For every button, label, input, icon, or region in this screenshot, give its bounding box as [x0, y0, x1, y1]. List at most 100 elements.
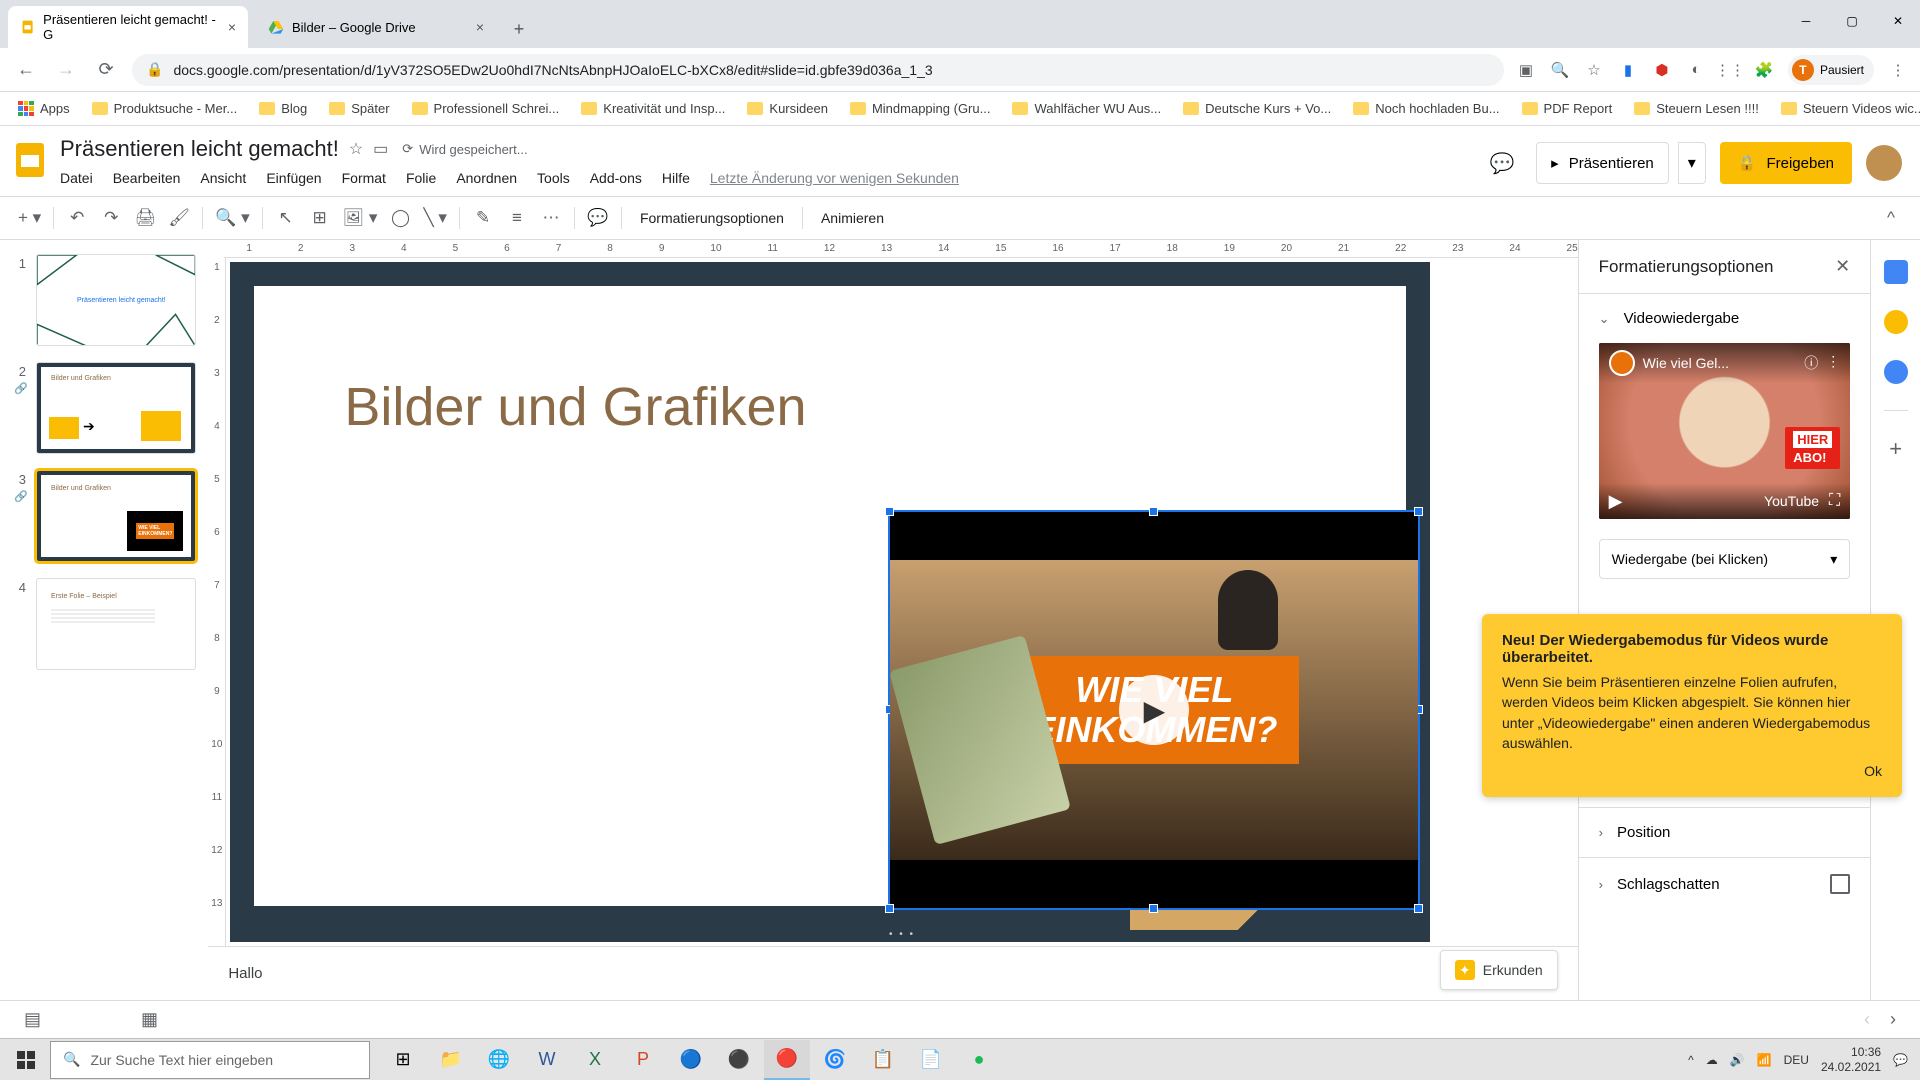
- maximize-button[interactable]: ▢: [1830, 6, 1874, 36]
- bookmark[interactable]: Kreativität und Insp...: [575, 97, 731, 120]
- task-view-icon[interactable]: ⊞: [380, 1040, 426, 1080]
- border-weight-button[interactable]: ≡: [502, 203, 532, 233]
- browser-tab-active[interactable]: Präsentieren leicht gemacht! - G ×: [8, 6, 248, 48]
- grid-view-icon[interactable]: ▦: [141, 1009, 158, 1030]
- menu-arrange[interactable]: Anordnen: [456, 170, 517, 186]
- new-slide-button[interactable]: + ▾: [14, 203, 45, 233]
- play-icon[interactable]: ▶: [1119, 675, 1189, 745]
- star-icon[interactable]: ☆: [1584, 60, 1604, 80]
- calendar-icon[interactable]: [1884, 260, 1908, 284]
- add-app-icon[interactable]: +: [1884, 437, 1908, 461]
- app-icon[interactable]: 📋: [860, 1040, 906, 1080]
- shape-tool[interactable]: ◯: [385, 203, 415, 233]
- share-button[interactable]: 🔒 Freigeben: [1720, 142, 1852, 184]
- filmstrip-view-icon[interactable]: ▤: [24, 1009, 41, 1030]
- menu-addons[interactable]: Add-ons: [590, 170, 642, 186]
- resize-handle[interactable]: [885, 507, 894, 516]
- tasks-icon[interactable]: [1884, 360, 1908, 384]
- cast-icon[interactable]: ▣: [1516, 60, 1536, 80]
- slides-logo[interactable]: [10, 140, 50, 180]
- border-dash-button[interactable]: ⋯: [536, 203, 566, 233]
- resize-handle[interactable]: [1414, 507, 1423, 516]
- animate-button[interactable]: Animieren: [811, 210, 894, 226]
- chrome-icon[interactable]: 🔴: [764, 1040, 810, 1080]
- menu-slide[interactable]: Folie: [406, 170, 436, 186]
- keep-icon[interactable]: [1884, 310, 1908, 334]
- bookmark[interactable]: Wahlfächer WU Aus...: [1006, 97, 1167, 120]
- bookmark[interactable]: Steuern Lesen !!!!: [1628, 97, 1765, 120]
- extensions-button[interactable]: 🧩: [1754, 60, 1774, 80]
- cloud-icon[interactable]: ☁: [1706, 1053, 1718, 1067]
- menu-edit[interactable]: Bearbeiten: [113, 170, 181, 186]
- spotify-icon[interactable]: ●: [956, 1040, 1002, 1080]
- close-tab-icon[interactable]: ×: [476, 19, 484, 35]
- playback-mode-select[interactable]: Wiedergabe (bei Klicken) ▾: [1599, 539, 1851, 579]
- star-icon[interactable]: ☆: [349, 139, 363, 159]
- slide-title-text[interactable]: Bilder und Grafiken: [344, 376, 806, 438]
- info-icon[interactable]: ⓘ: [1804, 353, 1818, 373]
- zoom-button[interactable]: 🔍 ▾: [211, 203, 253, 233]
- fullscreen-icon[interactable]: ⛶: [1829, 492, 1840, 510]
- border-color-button[interactable]: ✎: [468, 203, 498, 233]
- app-icon[interactable]: 🔵: [668, 1040, 714, 1080]
- undo-button[interactable]: ↶: [62, 203, 92, 233]
- tray-chevron-icon[interactable]: ^: [1688, 1053, 1694, 1067]
- line-tool[interactable]: ╲ ▾: [419, 203, 451, 233]
- wifi-icon[interactable]: 📶: [1757, 1053, 1772, 1067]
- explorer-icon[interactable]: 📁: [428, 1040, 474, 1080]
- bookmark[interactable]: Kursideen: [741, 97, 834, 120]
- close-panel-button[interactable]: ✕: [1835, 256, 1850, 277]
- clock[interactable]: 10:36 24.02.2021: [1821, 1045, 1881, 1074]
- select-tool[interactable]: ↖: [271, 203, 301, 233]
- bookmark[interactable]: Mindmapping (Gru...: [844, 97, 997, 120]
- volume-icon[interactable]: 🔊: [1730, 1053, 1745, 1067]
- textbox-tool[interactable]: ⊞: [305, 203, 335, 233]
- splitter-handle[interactable]: • • •: [889, 929, 915, 940]
- menu-view[interactable]: Ansicht: [200, 170, 246, 186]
- powerpoint-icon[interactable]: P: [620, 1040, 666, 1080]
- bookmark[interactable]: Professionell Schrei...: [406, 97, 566, 120]
- user-avatar[interactable]: [1866, 145, 1902, 181]
- slide[interactable]: Bilder und Grafiken: [254, 286, 1406, 906]
- menu-help[interactable]: Hilfe: [662, 170, 690, 186]
- notes-text[interactable]: Hallo: [228, 965, 262, 982]
- back-button[interactable]: ←: [12, 56, 40, 84]
- last-edit-link[interactable]: Letzte Änderung vor wenigen Sekunden: [710, 170, 959, 186]
- notifications-icon[interactable]: 💬: [1893, 1053, 1908, 1067]
- extension-icon[interactable]: ⬢: [1652, 60, 1672, 80]
- slide-thumbnail[interactable]: Erste Folie – Beispiel: [36, 578, 196, 670]
- url-input[interactable]: 🔒 docs.google.com/presentation/d/1yV372S…: [132, 54, 1504, 86]
- present-dropdown[interactable]: ▾: [1678, 142, 1706, 184]
- new-tab-button[interactable]: +: [504, 14, 534, 44]
- youtube-preview[interactable]: Wie viel Gel... ⓘ⋮ HIERABO! ▶ YouTube ⛶: [1599, 343, 1851, 519]
- extension-icon[interactable]: ▮: [1618, 60, 1638, 80]
- app-icon[interactable]: 📄: [908, 1040, 954, 1080]
- format-options-button[interactable]: Formatierungsoptionen: [630, 210, 794, 226]
- explore-button[interactable]: ✦ Erkunden: [1440, 950, 1558, 990]
- obs-icon[interactable]: ⚫: [716, 1040, 762, 1080]
- prev-slide-button[interactable]: ‹: [1864, 1009, 1870, 1030]
- profile-button[interactable]: T Pausiert: [1788, 55, 1874, 85]
- speaker-notes[interactable]: Hallo ✦ Erkunden: [208, 946, 1577, 1000]
- slide-stage[interactable]: Bilder und Grafiken: [226, 258, 1577, 946]
- menu-icon[interactable]: ⋮: [1888, 60, 1908, 80]
- redo-button[interactable]: ↷: [96, 203, 126, 233]
- bookmark[interactable]: Deutsche Kurs + Vo...: [1177, 97, 1337, 120]
- language-indicator[interactable]: DEU: [1784, 1053, 1809, 1067]
- paint-format-button[interactable]: 🖌: [164, 203, 194, 233]
- start-button[interactable]: [2, 1040, 50, 1080]
- slide-thumbnail[interactable]: Präsentieren leicht gemacht!: [36, 254, 196, 346]
- comments-button[interactable]: 💬: [1482, 143, 1522, 183]
- resize-handle[interactable]: [1149, 904, 1158, 913]
- close-tab-icon[interactable]: ×: [228, 19, 236, 35]
- slide-thumbnail[interactable]: Bilder und Grafiken ➔: [36, 362, 196, 454]
- more-icon[interactable]: ⋮: [1826, 353, 1840, 373]
- collapse-toolbar-button[interactable]: ^: [1876, 203, 1906, 233]
- forward-button[interactable]: →: [52, 56, 80, 84]
- video-playback-section[interactable]: ⌄ Videowiedergabe: [1579, 293, 1871, 343]
- zoom-icon[interactable]: 🔍: [1550, 60, 1570, 80]
- browser-tab[interactable]: Bilder – Google Drive ×: [256, 6, 496, 48]
- menu-insert[interactable]: Einfügen: [266, 170, 321, 186]
- resize-handle[interactable]: [1414, 904, 1423, 913]
- toast-ok-button[interactable]: Ok: [1502, 763, 1882, 779]
